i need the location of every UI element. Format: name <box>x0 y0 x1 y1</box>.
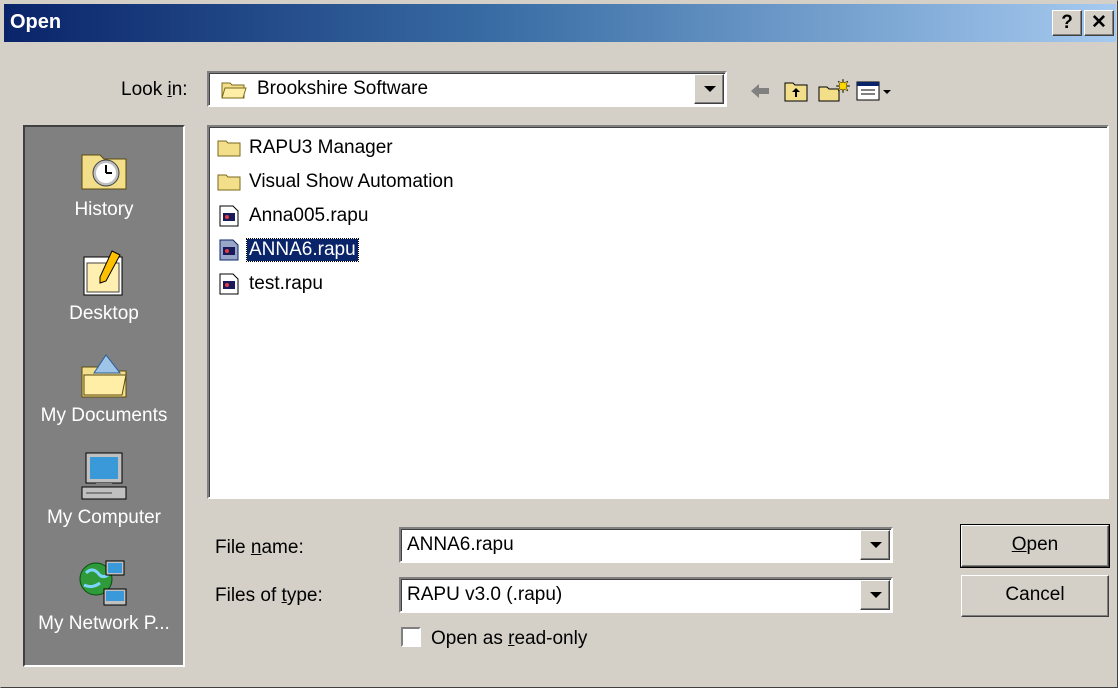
file-list[interactable]: RAPU3 Manager Visual Show Automation Ann… <box>207 125 1109 499</box>
look-in-label: Look in: <box>121 79 188 100</box>
file-name: RAPU3 Manager <box>249 137 393 158</box>
help-button[interactable]: ? <box>1052 10 1082 36</box>
folder-icon <box>217 140 241 157</box>
title-bar[interactable]: Open ? ✕ <box>4 4 1116 42</box>
read-only-label[interactable]: Open as read-only <box>431 628 587 650</box>
rapu-file-icon <box>219 205 239 227</box>
file-name: ANNA6.rapu <box>246 238 359 262</box>
window-title: Open <box>10 11 62 33</box>
new-folder-button[interactable] <box>815 75 851 107</box>
open-dialog: Open ? ✕ Look in: Brookshire Software Hi… <box>0 0 1118 688</box>
file-name-dropdown-button[interactable] <box>860 530 890 560</box>
place-label: My Network P... <box>38 613 170 634</box>
back-button[interactable] <box>743 75 779 107</box>
place-label: History <box>74 199 134 220</box>
file-name: Anna005.rapu <box>249 205 369 226</box>
look-in-combo[interactable]: Brookshire Software <box>207 71 727 107</box>
place-history[interactable]: History <box>25 141 183 221</box>
place-label: My Documents <box>40 405 168 426</box>
view-menu-button[interactable] <box>853 75 901 107</box>
folder-icon <box>217 174 241 191</box>
look-in-value: Brookshire Software <box>257 78 429 99</box>
file-name-combo[interactable]: ANNA6.rapu <box>399 527 893 563</box>
file-type-label: Files of type: <box>215 585 323 606</box>
cancel-button[interactable]: Cancel <box>961 575 1109 617</box>
place-desktop[interactable]: Desktop <box>25 245 183 325</box>
file-name: test.rapu <box>249 273 323 294</box>
desktop-icon <box>83 250 123 296</box>
file-type-value: RAPU v3.0 (.rapu) <box>407 584 563 605</box>
place-my-computer[interactable]: My Computer <box>25 449 183 529</box>
open-button[interactable]: Open <box>960 524 1110 568</box>
my-computer-icon <box>81 452 127 500</box>
place-my-documents[interactable]: My Documents <box>25 347 183 427</box>
folder-open-icon <box>221 82 247 99</box>
file-name-label: File name: <box>215 537 304 558</box>
rapu-file-icon <box>219 273 239 295</box>
history-icon <box>81 154 127 190</box>
place-label: My Computer <box>46 507 162 528</box>
new-folder-icon <box>818 78 851 102</box>
up-folder-icon <box>784 82 808 102</box>
place-my-network[interactable]: My Network P... <box>25 555 183 635</box>
file-name-input[interactable]: ANNA6.rapu <box>407 534 514 556</box>
back-icon <box>751 84 769 98</box>
file-type-dropdown-button[interactable] <box>860 580 890 610</box>
look-in-dropdown-button[interactable] <box>694 74 724 104</box>
my-documents-icon <box>81 354 127 398</box>
up-folder-button[interactable] <box>779 75 815 107</box>
read-only-checkbox[interactable] <box>401 627 421 647</box>
view-menu-icon <box>856 81 891 101</box>
network-icon <box>79 560 127 606</box>
rapu-file-icon <box>219 239 239 261</box>
places-bar: History Desktop My Documents My Computer… <box>23 125 185 667</box>
file-type-combo[interactable]: RAPU v3.0 (.rapu) <box>399 577 893 613</box>
file-name: Visual Show Automation <box>249 171 454 192</box>
close-button[interactable]: ✕ <box>1084 10 1114 36</box>
place-label: Desktop <box>69 303 139 324</box>
